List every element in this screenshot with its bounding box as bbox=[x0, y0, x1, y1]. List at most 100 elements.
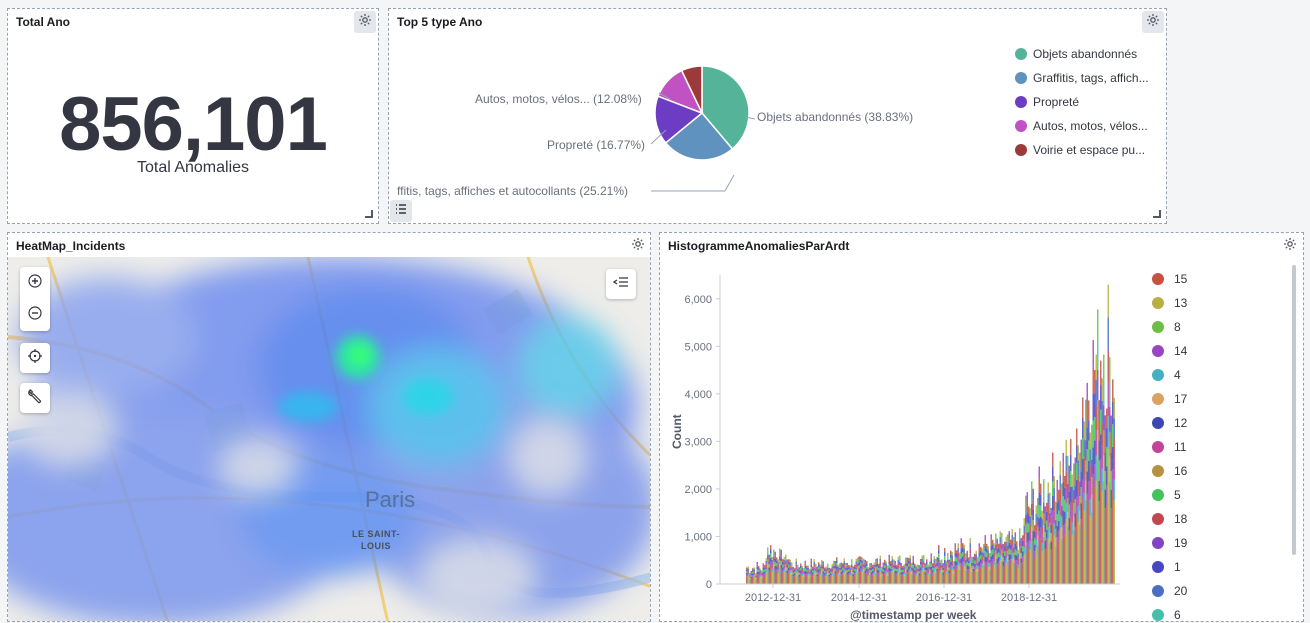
pie-legend-item[interactable]: Graffitis, tags, affich... bbox=[1015, 71, 1149, 85]
histogram-bar-segment[interactable] bbox=[851, 570, 853, 573]
histogram-bar-segment[interactable] bbox=[1067, 483, 1069, 499]
histogram-bar-segment[interactable] bbox=[1061, 505, 1063, 517]
histogram-bar-segment[interactable] bbox=[770, 562, 772, 567]
histogram-bar-segment[interactable] bbox=[869, 574, 871, 584]
histogram-bar-segment[interactable] bbox=[984, 535, 987, 541]
histogram-bar-segment[interactable] bbox=[942, 567, 945, 571]
histogram-bar-segment[interactable] bbox=[993, 543, 996, 548]
histogram-bar-segment[interactable] bbox=[765, 569, 768, 573]
histogram-bar-segment[interactable] bbox=[1038, 466, 1041, 480]
histogram-bar-segment[interactable] bbox=[1005, 536, 1008, 542]
histogram-bar-segment[interactable] bbox=[840, 564, 843, 568]
histogram-bar-segment[interactable] bbox=[1104, 433, 1107, 453]
histogram-bar-segment[interactable] bbox=[825, 574, 828, 577]
histogram-bar-segment[interactable] bbox=[842, 574, 844, 584]
histogram-bar-segment[interactable] bbox=[921, 564, 924, 569]
histogram-bar-segment[interactable] bbox=[918, 575, 921, 584]
histogram-bar-segment[interactable] bbox=[917, 573, 919, 576]
histogram-bar-segment[interactable] bbox=[977, 571, 979, 584]
histogram-bar-segment[interactable] bbox=[903, 564, 906, 567]
histogram-bar-segment[interactable] bbox=[1017, 561, 1020, 565]
histogram-bar-segment[interactable] bbox=[1025, 505, 1027, 516]
histogram-bar-segment[interactable] bbox=[1074, 499, 1077, 514]
histogram-bar-segment[interactable] bbox=[879, 555, 882, 559]
histogram-bar-segment[interactable] bbox=[881, 570, 883, 573]
histogram-bar-segment[interactable] bbox=[885, 563, 888, 567]
histogram-bar-segment[interactable] bbox=[884, 570, 886, 574]
histogram-bar-segment[interactable] bbox=[990, 539, 993, 546]
histogram-bar-segment[interactable] bbox=[827, 570, 829, 573]
histogram-bar-segment[interactable] bbox=[801, 573, 804, 576]
histogram-bar-segment[interactable] bbox=[1023, 532, 1026, 540]
histogram-bar-segment[interactable] bbox=[1017, 568, 1020, 584]
histogram-bar-segment[interactable] bbox=[911, 572, 913, 575]
histogram-bar-segment[interactable] bbox=[786, 562, 789, 565]
histogram-bar-segment[interactable] bbox=[977, 565, 979, 569]
histogram-chart[interactable]: 01,0002,0003,0004,0005,0006,0002012-12-3… bbox=[660, 263, 1140, 623]
histogram-bar-segment[interactable] bbox=[942, 570, 945, 573]
histogram-bar-segment[interactable] bbox=[1052, 452, 1054, 468]
histogram-bar-segment[interactable] bbox=[1080, 519, 1083, 584]
histogram-bar-segment[interactable] bbox=[1074, 527, 1077, 584]
histogram-bar-segment[interactable] bbox=[956, 550, 958, 555]
histogram-bar-segment[interactable] bbox=[815, 563, 817, 567]
histogram-bar-segment[interactable] bbox=[780, 568, 783, 584]
histogram-bar-segment[interactable] bbox=[846, 567, 849, 570]
histogram-bar-segment[interactable] bbox=[1002, 543, 1005, 549]
histogram-bar-segment[interactable] bbox=[1079, 481, 1081, 497]
histogram-bar-segment[interactable] bbox=[908, 572, 910, 584]
histogram-bar-segment[interactable] bbox=[912, 558, 915, 563]
histogram-bar-segment[interactable] bbox=[1022, 535, 1024, 541]
histogram-bar-segment[interactable] bbox=[807, 575, 810, 584]
histogram-bar-segment[interactable] bbox=[1023, 539, 1026, 548]
histogram-bar-segment[interactable] bbox=[1040, 494, 1042, 506]
histogram-bar-segment[interactable] bbox=[1085, 419, 1087, 441]
histogram-bar-segment[interactable] bbox=[1004, 560, 1006, 566]
histogram-bar-segment[interactable] bbox=[1059, 528, 1062, 584]
histogram-bar-segment[interactable] bbox=[935, 561, 937, 565]
histogram-bar-segment[interactable] bbox=[770, 549, 772, 554]
histogram-bar-segment[interactable] bbox=[746, 571, 748, 573]
histogram-bar-segment[interactable] bbox=[783, 562, 786, 566]
histogram-bar-segment[interactable] bbox=[767, 563, 769, 568]
histogram-bar-segment[interactable] bbox=[954, 565, 957, 584]
histogram-bar-segment[interactable] bbox=[915, 565, 918, 568]
histogram-bar-segment[interactable] bbox=[944, 559, 946, 564]
histogram-bar-segment[interactable] bbox=[969, 548, 972, 554]
histogram-bar-segment[interactable] bbox=[812, 566, 814, 569]
histogram-bar-segment[interactable] bbox=[960, 558, 963, 564]
histogram-bar-segment[interactable] bbox=[894, 568, 897, 572]
histogram-bar-segment[interactable] bbox=[905, 560, 907, 564]
histogram-bar-segment[interactable] bbox=[992, 554, 994, 560]
histogram-bar-segment[interactable] bbox=[1025, 495, 1027, 506]
histogram-bar-segment[interactable] bbox=[954, 543, 957, 548]
histogram-bar-segment[interactable] bbox=[887, 571, 889, 574]
histogram-bar-segment[interactable] bbox=[1029, 524, 1032, 534]
histogram-bar-segment[interactable] bbox=[893, 567, 895, 571]
histogram-bar-segment[interactable] bbox=[1086, 427, 1089, 450]
histogram-bar-segment[interactable] bbox=[845, 562, 847, 566]
histogram-bar-segment[interactable] bbox=[803, 575, 805, 577]
histogram-bar-segment[interactable] bbox=[953, 573, 955, 584]
histogram-bar-segment[interactable] bbox=[971, 556, 973, 560]
histogram-bar-segment[interactable] bbox=[1044, 540, 1047, 550]
histogram-bar-segment[interactable] bbox=[1100, 409, 1102, 435]
histogram-bar-segment[interactable] bbox=[819, 568, 822, 571]
histogram-bar-segment[interactable] bbox=[830, 576, 832, 584]
pie-legend-item[interactable]: Objets abandonnés bbox=[1015, 47, 1137, 61]
histogram-bar-segment[interactable] bbox=[906, 572, 909, 584]
histogram-bar-segment[interactable] bbox=[782, 559, 784, 562]
histogram-bar-segment[interactable] bbox=[753, 570, 756, 573]
histogram-bar-segment[interactable] bbox=[887, 565, 889, 568]
histogram-bar-segment[interactable] bbox=[945, 565, 948, 569]
histogram-bar-segment[interactable] bbox=[968, 563, 970, 567]
histogram-bar-segment[interactable] bbox=[845, 572, 847, 575]
histogram-bar-segment[interactable] bbox=[1053, 535, 1056, 584]
histogram-bar-segment[interactable] bbox=[1076, 514, 1078, 584]
histogram-bar-segment[interactable] bbox=[1044, 531, 1047, 541]
histogram-bar-segment[interactable] bbox=[833, 568, 835, 571]
histogram-bar-segment[interactable] bbox=[998, 561, 1000, 566]
histogram-bar-segment[interactable] bbox=[903, 570, 906, 573]
histogram-bar-segment[interactable] bbox=[1050, 549, 1053, 584]
histogram-bar-segment[interactable] bbox=[941, 562, 943, 565]
